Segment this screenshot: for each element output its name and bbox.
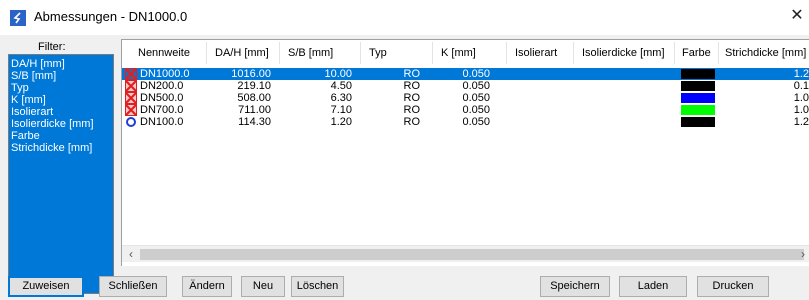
cell-isolierart	[515, 80, 571, 92]
cell-strichdicke: 1.0	[793, 92, 809, 104]
cell-sb: 7.10	[330, 104, 352, 116]
cell-typ: RO	[403, 68, 421, 80]
red-x-pipe-icon	[125, 92, 137, 104]
dimensions-table: Nennweite DA/H [mm] S/B [mm] Typ K [mm] …	[121, 39, 809, 266]
zuweisen-button[interactable]: Zuweisen	[8, 276, 84, 297]
cell-k: 0.050	[462, 80, 490, 92]
speichern-button[interactable]: Speichern	[540, 276, 610, 297]
cell-sb: 6.30	[330, 92, 352, 104]
cell-isolierart	[515, 104, 571, 116]
cell-isolierdicke	[582, 68, 672, 80]
close-button[interactable]: ✕	[785, 4, 809, 28]
red-x-pipe-icon	[125, 80, 137, 92]
cell-isolierart	[515, 92, 571, 104]
dialog-window: Abmessungen - DN1000.0 ✕ Filter: DA/H [m…	[0, 0, 809, 300]
cell-da: 1016.00	[231, 68, 271, 80]
cell-typ: RO	[403, 104, 421, 116]
filter-item-k[interactable]: K [mm]	[9, 94, 113, 106]
table-row[interactable]: DN200.0 219.10 4.50 RO 0.050 0.1	[122, 80, 809, 92]
app-icon	[10, 10, 26, 26]
cell-isolierart	[515, 116, 571, 128]
title-bar[interactable]: Abmessungen - DN1000.0 ✕	[0, 0, 809, 35]
filter-item-strichdicke[interactable]: Strichdicke [mm]	[9, 142, 113, 154]
cell-strichdicke: 1.0	[793, 104, 809, 116]
cell-k: 0.050	[462, 104, 490, 116]
column-header-typ[interactable]: Typ	[369, 47, 387, 61]
filter-item-da-h[interactable]: DA/H [mm]	[9, 58, 113, 70]
cell-sb: 10.00	[324, 68, 352, 80]
color-swatch	[681, 93, 715, 103]
table-row[interactable]: DN500.0 508.00 6.30 RO 0.050 1.0	[122, 92, 809, 104]
column-header-isolierart[interactable]: Isolierart	[515, 47, 557, 61]
table-header: Nennweite DA/H [mm] S/B [mm] Typ K [mm] …	[122, 40, 809, 66]
cell-isolierdicke	[582, 104, 672, 116]
filter-item-typ[interactable]: Typ	[9, 82, 113, 94]
color-swatch	[681, 117, 715, 127]
aendern-button[interactable]: Ändern	[182, 276, 232, 297]
window-title: Abmessungen - DN1000.0	[34, 9, 188, 24]
cell-da: 114.30	[238, 116, 271, 128]
color-swatch	[681, 69, 715, 79]
horizontal-scrollbar[interactable]: ‹ ›	[122, 245, 809, 262]
cell-nennweite: DN500.0	[140, 92, 184, 104]
column-header-k[interactable]: K [mm]	[441, 47, 476, 61]
color-swatch	[681, 81, 715, 91]
column-header-nennweite[interactable]: Nennweite	[138, 47, 190, 61]
filter-item-isolierdicke[interactable]: Isolierdicke [mm]	[9, 118, 113, 130]
scroll-left-arrow-icon[interactable]: ‹	[124, 246, 138, 263]
filter-list[interactable]: DA/H [mm] S/B [mm] Typ K [mm] Isolierart…	[8, 54, 114, 294]
cell-k: 0.050	[462, 92, 490, 104]
cell-typ: RO	[403, 116, 421, 128]
laden-button[interactable]: Laden	[619, 276, 687, 297]
cell-isolierdicke	[582, 80, 672, 92]
red-x-pipe-icon	[125, 68, 137, 80]
table-row[interactable]: DN700.0 711.00 7.10 RO 0.050 1.0	[122, 104, 809, 116]
cell-isolierdicke	[582, 92, 672, 104]
cell-strichdicke: 0.1	[793, 80, 809, 92]
cell-nennweite: DN700.0	[140, 104, 184, 116]
column-header-farbe[interactable]: Farbe	[682, 47, 711, 61]
table-row[interactable]: DN1000.0 1016.00 10.00 RO 0.050 1.2	[122, 68, 809, 80]
column-header-da-h[interactable]: DA/H [mm]	[215, 47, 269, 61]
scroll-thumb[interactable]	[140, 249, 804, 260]
filter-item-isolierart[interactable]: Isolierart	[9, 106, 113, 118]
column-header-s-b[interactable]: S/B [mm]	[288, 47, 333, 61]
cell-k: 0.050	[462, 68, 490, 80]
drucken-button[interactable]: Drucken	[697, 276, 769, 297]
cell-sb: 1.20	[330, 116, 352, 128]
cell-strichdicke: 1.2	[793, 116, 809, 128]
cell-strichdicke: 1.2	[793, 68, 809, 80]
cell-typ: RO	[403, 92, 421, 104]
cell-da: 711.00	[238, 104, 271, 116]
filter-item-farbe[interactable]: Farbe	[9, 130, 113, 142]
loeschen-button[interactable]: Löschen	[291, 276, 344, 297]
cell-isolierart	[515, 68, 571, 80]
neu-button[interactable]: Neu	[241, 276, 285, 297]
cell-isolierdicke	[582, 116, 672, 128]
column-header-isolierdicke[interactable]: Isolierdicke [mm]	[582, 47, 665, 61]
scroll-right-arrow-icon[interactable]: ›	[796, 246, 809, 263]
filter-label: Filter:	[38, 41, 66, 53]
blue-circle-icon	[125, 116, 137, 128]
cell-sb: 4.50	[330, 80, 352, 92]
cell-nennweite: DN100.0	[140, 116, 184, 128]
table-row[interactable]: DN100.0 114.30 1.20 RO 0.050 1.2	[122, 116, 809, 128]
cell-k: 0.050	[462, 116, 490, 128]
cell-da: 508.00	[237, 92, 271, 104]
column-header-strichdicke[interactable]: Strichdicke [mm]	[725, 47, 806, 61]
cell-typ: RO	[403, 80, 421, 92]
filter-item-s-b[interactable]: S/B [mm]	[9, 70, 113, 82]
schliessen-button[interactable]: Schließen	[99, 276, 167, 297]
cell-nennweite: DN200.0	[140, 80, 184, 92]
close-icon: ✕	[790, 7, 804, 24]
color-swatch	[681, 105, 715, 115]
cell-nennweite: DN1000.0	[140, 68, 190, 80]
cell-da: 219.10	[237, 80, 271, 92]
red-x-pipe-icon	[125, 104, 137, 116]
